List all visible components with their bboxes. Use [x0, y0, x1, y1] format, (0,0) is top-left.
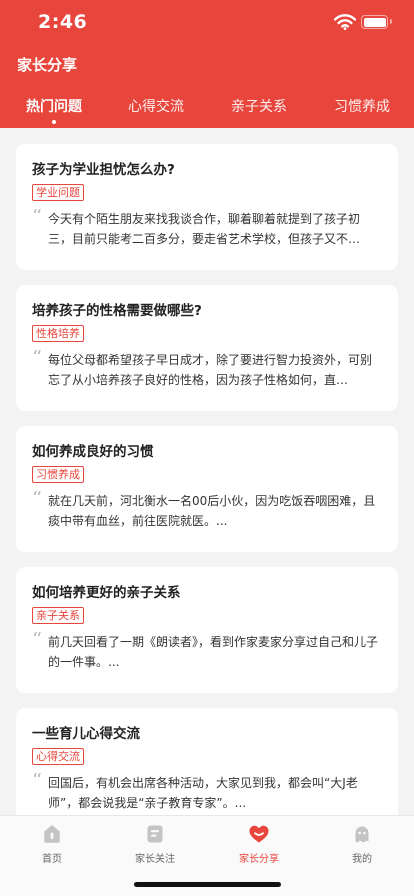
excerpt-text: 前几天回看了一期《朗读者》，看到作家麦家分享过自己和儿子的一件事。... [48, 635, 379, 669]
tabbar-item-home[interactable]: 首页 [12, 823, 92, 865]
article-card[interactable]: 如何培养更好的亲子关系 亲子关系 “ 前几天回看了一期《朗读者》，看到作家麦家分… [16, 567, 398, 693]
tab-hot-questions[interactable]: 热门问题 [26, 96, 82, 124]
article-tag: 学业问题 [32, 184, 84, 201]
article-title: 一些育儿心得交流 [32, 726, 140, 742]
tabbar-label: 我的 [352, 854, 372, 865]
tabbar-item-me[interactable]: 我的 [322, 823, 402, 865]
article-card[interactable]: 孩子为学业担忧怎么办? 学业问题 “ 今天有个陌生朋友来找我谈合作，聊着聊着就提… [16, 144, 398, 270]
article-card[interactable]: 如何养成良好的习惯 习惯养成 “ 就在几天前，河北衡水一名00后小伙，因为吃饭吞… [16, 426, 398, 552]
article-excerpt: “ 就在几天前，河北衡水一名00后小伙，因为吃饭吞咽困难，且痰中带有血丝，前往医… [32, 491, 382, 531]
quote-icon: “ [32, 209, 43, 228]
article-title: 孩子为学业担忧怎么办? [32, 162, 175, 178]
article-tag: 心得交流 [32, 748, 84, 765]
tab-label: 习惯养成 [334, 99, 390, 115]
article-card[interactable]: 培养孩子的性格需要做哪些? 性格培养 “ 每位父母都希望孩子早日成才，除了要进行… [16, 285, 398, 411]
article-excerpt: “ 今天有个陌生朋友来找我谈合作，聊着聊着就提到了孩子初三，目前只能考二百多分，… [32, 209, 382, 249]
quote-icon: “ [32, 491, 43, 510]
status-bar: 2:46 [0, 0, 414, 46]
app-header: 2:46 家长分享 热门问题 心得交流 亲子关系 习惯养成 [0, 0, 414, 128]
category-tabs: 热门问题 心得交流 亲子关系 习惯养成 [0, 96, 414, 124]
excerpt-text: 今天有个陌生朋友来找我谈合作，聊着聊着就提到了孩子初三，目前只能考二百多分，要走… [48, 212, 361, 246]
home-indicator [134, 882, 281, 887]
tabbar-item-parent-follow[interactable]: 家长关注 [115, 823, 195, 865]
tab-label: 热门问题 [26, 99, 82, 115]
article-excerpt: “ 前几天回看了一期《朗读者》，看到作家麦家分享过自己和儿子的一件事。... [32, 632, 382, 672]
home-icon [44, 825, 60, 843]
tab-habit-building[interactable]: 习惯养成 [334, 96, 390, 116]
article-title: 培养孩子的性格需要做哪些? [32, 303, 202, 319]
article-title: 如何养成良好的习惯 [32, 444, 154, 460]
article-excerpt: “ 每位父母都希望孩子早日成才，除了要进行智力投资外，可别忘了从小培养孩子良好的… [32, 350, 382, 390]
excerpt-text: 就在几天前，河北衡水一名00后小伙，因为吃饭吞咽困难，且痰中带有血丝，前往医院就… [48, 494, 376, 528]
page-title: 家长分享 [17, 56, 78, 74]
quote-icon: “ [32, 350, 43, 369]
tabbar-item-parent-share[interactable]: 家长分享 [219, 823, 299, 865]
battery-icon [361, 15, 392, 29]
quote-icon: “ [32, 773, 43, 792]
tabbar-label: 首页 [42, 854, 62, 865]
active-tab-indicator [52, 120, 56, 124]
article-title: 如何培养更好的亲子关系 [32, 585, 181, 601]
tab-label: 心得交流 [128, 99, 184, 115]
document-icon [147, 825, 163, 843]
wifi-icon [334, 14, 356, 30]
profile-icon [355, 826, 369, 843]
excerpt-text: 每位父母都希望孩子早日成才，除了要进行智力投资外，可别忘了从小培养孩子良好的性格… [48, 353, 373, 387]
tabbar-label: 家长分享 [239, 854, 279, 865]
status-time: 2:46 [38, 11, 88, 33]
tab-parent-child[interactable]: 亲子关系 [231, 96, 287, 116]
tab-experience-sharing[interactable]: 心得交流 [128, 96, 184, 116]
article-tag: 亲子关系 [32, 607, 84, 624]
excerpt-text: 回国后，有机会出席各种活动，大家见到我，都会叫“大J老师”，都会说我是“亲子教育… [48, 776, 358, 810]
article-excerpt: “ 回国后，有机会出席各种活动，大家见到我，都会叫“大J老师”，都会说我是“亲子… [32, 773, 382, 813]
tab-label: 亲子关系 [231, 99, 287, 115]
quote-icon: “ [32, 632, 43, 651]
tabbar-label: 家长关注 [135, 854, 175, 865]
article-tag: 习惯养成 [32, 466, 84, 483]
heart-icon [249, 825, 269, 843]
article-tag: 性格培养 [32, 325, 84, 342]
